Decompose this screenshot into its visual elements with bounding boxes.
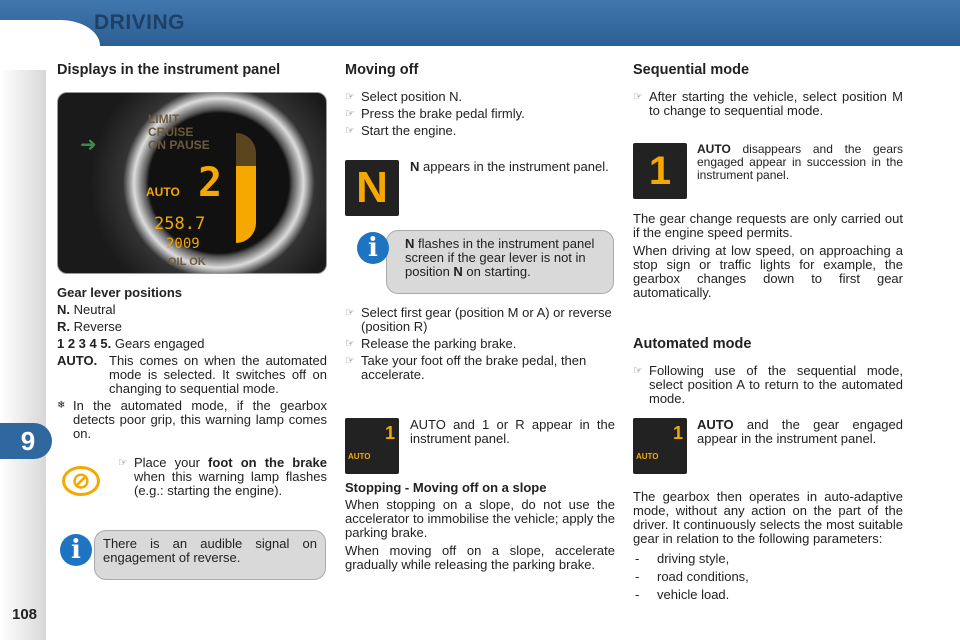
step: Take your foot off the brake pedal, then… [345,354,615,382]
chapter-tab[interactable]: 9 [0,423,52,459]
n-text: appears in the instrument panel. [419,159,609,174]
foot-brake-warning-icon: ⊘ [62,466,100,496]
n-glyph: N [356,163,388,212]
def-key: N. [57,302,70,317]
section-title-sequential: Sequential mode [633,62,750,78]
section-title-moving-off: Moving off [345,62,419,78]
auto-display-screen: AUTO 1 [345,418,399,474]
def-key: R. [57,319,70,334]
step: Following use of the sequential mode, se… [633,364,903,406]
fuel-gauge [236,133,256,243]
screen-gear: 1 [384,423,395,443]
paragraph: The gear change requests are only carrie… [633,211,903,240]
step: Release the parking brake. [345,337,615,352]
sequential-display-screen: 1 [633,143,687,199]
info-text2: on starting. [462,264,531,279]
section-title-displays: Displays in the instrument panel [57,62,281,78]
def-value: Gears engaged [114,336,205,351]
step: Select first gear (position M or A) or r… [345,306,615,334]
screen-gear: 1 [672,423,683,443]
page-title: DRIVING [94,11,186,34]
info-icon: i [357,232,389,264]
panel-auto: AUTO [146,185,180,199]
step: After starting the vehicle, select posit… [633,90,903,118]
slope-paragraph: When stopping on a slope, do not use the… [345,497,615,540]
param-item: driving style, [633,552,903,567]
step: Select position N. [345,90,615,105]
info-box-reverse: There is an audible signal on engagement… [94,530,326,580]
arrow-indicator-icon: ➜ [80,134,97,156]
info-bold2: N [453,264,463,279]
screen-auto: AUTO [348,452,371,461]
foot-bold: foot on the brake [208,455,327,470]
foot-text-end: when this warning lamp flashes (e.g.: st… [134,469,327,498]
grip-note: In the automated mode, if the gearbox de… [73,398,327,441]
paragraph: When driving at low speed, on approachin… [633,243,903,300]
info-text: There is an audible signal on engagement… [103,536,317,565]
panel-trip: 2009 [166,236,200,252]
instrument-panel-image: LIMIT CRUISE ON PAUSE AUTO 2 258.7 2009 … [57,92,327,274]
panel-oil: OIL OK [168,256,206,268]
screen-gear: 1 [648,149,672,193]
info-box-n-flashes: N flashes in the instrument panel screen… [386,230,614,294]
def-key: AUTO. [57,353,98,368]
def-key: 1 2 3 4 5. [57,336,112,351]
info-icon: i [60,534,92,566]
auto-appears-text: AUTO and 1 or R appear in the instrument… [410,417,615,446]
panel-gear: 2 [198,160,223,206]
panel-odometer: 258.7 [154,214,206,234]
foot-text: Place your [134,455,209,470]
def-value: Neutral [73,302,116,317]
def-value: This comes on when the automated mode is… [109,353,327,396]
snowflake-icon: ❄ [57,400,66,411]
paragraph: The gearbox then operates in auto-adapti… [633,489,903,546]
n-bold: N [410,159,420,174]
slope-title: Stopping - Moving off on a slope [345,480,547,495]
panel-pause: ON PAUSE [148,138,210,152]
param-item: road conditions, [633,570,903,585]
info-bold: N [405,236,415,251]
param-item: vehicle load. [633,588,903,603]
page-number: 108 [12,606,38,623]
slope-paragraph: When moving off on a slope, accelerate g… [345,543,615,572]
step: Start the engine. [345,124,615,139]
step: Press the brake pedal firmly. [345,107,615,122]
gear-positions-title: Gear lever positions [57,285,182,300]
def-value: Reverse [73,319,123,334]
screen-auto: AUTO [636,452,659,461]
section-title-automated: Automated mode [633,336,752,352]
auto-bold: AUTO [697,142,731,156]
auto-bold: AUTO [697,417,734,432]
side-strip [0,70,46,640]
n-display-screen: N [345,160,399,216]
automated-display-screen: AUTO 1 [633,418,687,474]
